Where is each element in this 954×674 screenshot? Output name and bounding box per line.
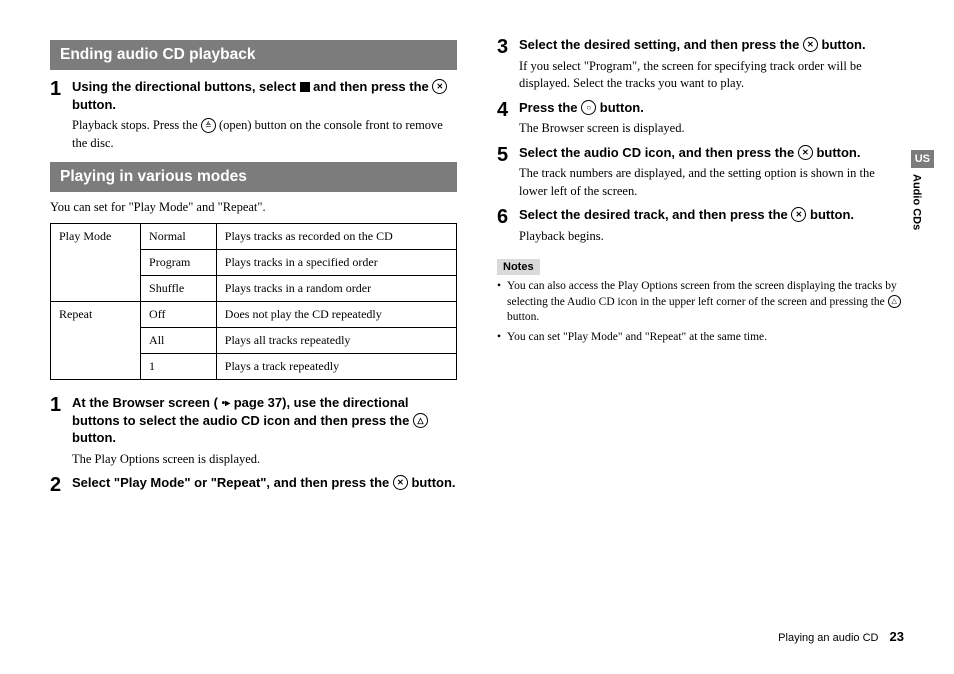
modes-step-1: 1 At the Browser screen ( •▸ page 37), u…: [50, 394, 457, 468]
step-number: 5: [497, 144, 519, 201]
step-heading: Select the audio CD icon, and then press…: [519, 144, 904, 162]
cell: Plays tracks as recorded on the CD: [216, 224, 456, 250]
cell: Shuffle: [141, 276, 217, 302]
triangle-button-icon: △: [888, 295, 901, 308]
cell: Off: [141, 302, 217, 328]
notes-list: You can also access the Play Options scr…: [497, 279, 904, 345]
page-number: 23: [890, 629, 904, 644]
modes-step-6: 6 Select the desired track, and then pre…: [497, 206, 904, 245]
language-tab: US: [911, 150, 934, 168]
modes-step-3: 3 Select the desired setting, and then p…: [497, 36, 904, 93]
x-button-icon: ✕: [791, 207, 806, 222]
triangle-button-icon: △: [413, 413, 428, 428]
modes-step-5: 5 Select the audio CD icon, and then pre…: [497, 144, 904, 201]
step-number: 1: [50, 78, 72, 152]
section-heading-ending: Ending audio CD playback: [50, 40, 457, 70]
step-body-text: The Browser screen is displayed.: [519, 120, 904, 138]
step-number: 3: [497, 36, 519, 93]
cell: Plays a track repeatedly: [216, 354, 456, 380]
cell: Plays tracks in a random order: [216, 276, 456, 302]
notes-heading: Notes: [497, 259, 540, 275]
right-column: 3 Select the desired setting, and then p…: [497, 30, 904, 500]
cell: Play Mode: [51, 224, 141, 302]
page-ref-arrow-icon: •▸: [222, 398, 231, 409]
step-heading: Select "Play Mode" or "Repeat", and then…: [72, 474, 457, 492]
cell: 1: [141, 354, 217, 380]
x-button-icon: ✕: [432, 79, 447, 94]
step-heading: Select the desired setting, and then pre…: [519, 36, 904, 54]
eject-icon: ≜: [201, 118, 216, 133]
circle-button-icon: ○: [581, 100, 596, 115]
step-body-text: Playback begins.: [519, 228, 904, 246]
cell: Does not play the CD repeatedly: [216, 302, 456, 328]
step-heading: Press the ○ button.: [519, 99, 904, 117]
cell: Plays all tracks repeatedly: [216, 328, 456, 354]
cell: Normal: [141, 224, 217, 250]
x-button-icon: ✕: [798, 145, 813, 160]
section-heading-modes: Playing in various modes: [50, 162, 457, 192]
step-body-text: The Play Options screen is displayed.: [72, 451, 457, 469]
step-heading: Select the desired track, and then press…: [519, 206, 904, 224]
cell: All: [141, 328, 217, 354]
ending-step-1: 1 Using the directional buttons, select …: [50, 78, 457, 152]
modes-step-4: 4 Press the ○ button. The Browser screen…: [497, 99, 904, 138]
step-number: 4: [497, 99, 519, 138]
cell: Plays tracks in a specified order: [216, 250, 456, 276]
list-item: You can set "Play Mode" and "Repeat" at …: [497, 330, 904, 346]
table-row: Repeat Off Does not play the CD repeated…: [51, 302, 457, 328]
play-modes-table: Play Mode Normal Plays tracks as recorde…: [50, 223, 457, 380]
table-row: Play Mode Normal Plays tracks as recorde…: [51, 224, 457, 250]
x-button-icon: ✕: [803, 37, 818, 52]
cell: Repeat: [51, 302, 141, 380]
step-heading: Using the directional buttons, select an…: [72, 78, 457, 113]
section-tab: Audio CDs: [911, 174, 923, 230]
left-column: Ending audio CD playback 1 Using the dir…: [50, 30, 457, 500]
modes-intro: You can set for "Play Mode" and "Repeat"…: [50, 200, 457, 215]
x-button-icon: ✕: [393, 475, 408, 490]
step-body-text: The track numbers are displayed, and the…: [519, 165, 904, 200]
footer-title: Playing an audio CD: [778, 632, 878, 644]
step-body-text: If you select "Program", the screen for …: [519, 58, 904, 93]
page-footer: Playing an audio CD 23: [778, 629, 904, 644]
step-body-text: Playback stops. Press the ≜ (open) butto…: [72, 117, 457, 152]
list-item: You can also access the Play Options scr…: [497, 279, 904, 326]
step-number: 1: [50, 394, 72, 468]
modes-step-2: 2 Select "Play Mode" or "Repeat", and th…: [50, 474, 457, 496]
stop-icon: [300, 82, 310, 92]
cell: Program: [141, 250, 217, 276]
step-heading: At the Browser screen ( •▸ page 37), use…: [72, 394, 457, 447]
step-number: 2: [50, 474, 72, 496]
side-tab: US Audio CDs: [911, 150, 934, 230]
step-number: 6: [497, 206, 519, 245]
